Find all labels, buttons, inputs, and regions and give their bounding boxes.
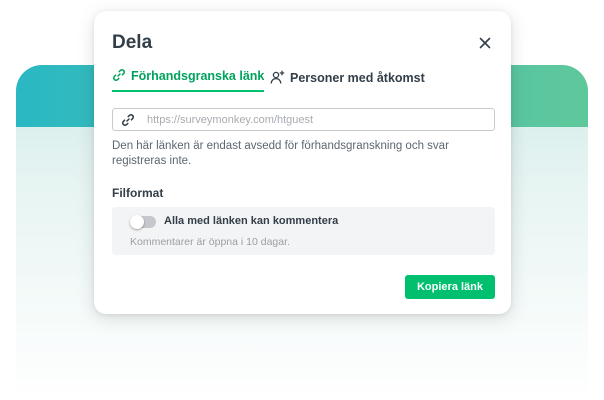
- preview-link-field: [112, 108, 495, 131]
- copy-link-button[interactable]: Kopiera länk: [405, 275, 495, 299]
- close-icon[interactable]: [475, 33, 495, 53]
- link-icon: [112, 68, 126, 85]
- comment-note: Kommentarer är öppna i 10 dagar.: [130, 236, 290, 248]
- preview-link-input[interactable]: [143, 113, 494, 126]
- link-icon: [113, 113, 143, 127]
- tab-preview-link[interactable]: Förhandsgranska länk: [112, 65, 265, 92]
- comment-toggle[interactable]: [130, 215, 156, 229]
- tab-preview-label: Förhandsgranska länk: [131, 69, 265, 83]
- share-dialog: Dela Förhandsgranska länk Personer med å…: [94, 11, 511, 314]
- tab-people-access[interactable]: Personer med åtkomst: [270, 67, 425, 89]
- file-format-label: Filformat: [112, 186, 164, 200]
- comment-toggle-label: Alla med länken kan kommentera: [164, 215, 339, 227]
- tab-people-label: Personer med åtkomst: [290, 71, 425, 85]
- toggle-knob: [130, 215, 144, 229]
- dialog-title: Dela: [112, 32, 153, 53]
- helper-text: Den här länken är endast avsedd för förh…: [112, 140, 449, 167]
- add-person-icon: [270, 70, 285, 87]
- comment-settings: Alla med länken kan kommentera Kommentar…: [112, 207, 495, 255]
